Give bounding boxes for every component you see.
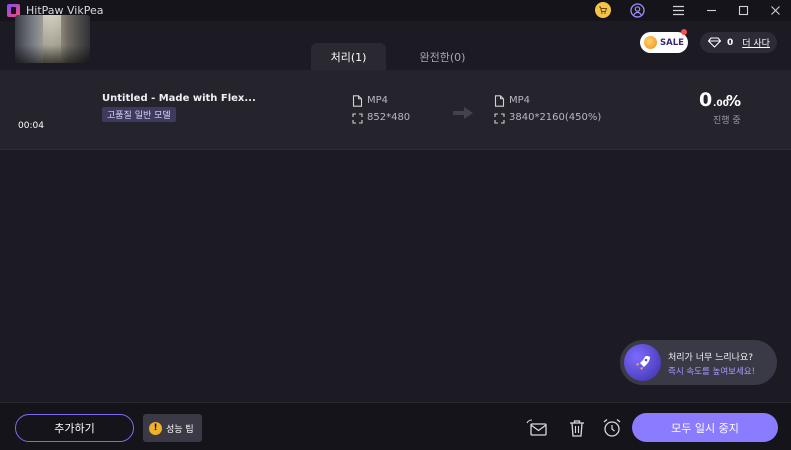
progress-integer: 0 bbox=[699, 89, 713, 111]
model-tag: 고품질 일반 모델 bbox=[102, 107, 176, 122]
diamond-icon bbox=[708, 37, 721, 48]
sale-button[interactable]: SALE bbox=[640, 29, 688, 53]
pause-all-button[interactable]: 모두 일시 중지 bbox=[632, 413, 778, 442]
mail-notify-icon[interactable] bbox=[526, 417, 548, 439]
resolution-frame-icon bbox=[352, 113, 363, 124]
output-format: MP4 bbox=[509, 95, 531, 106]
file-name: Untitled - Made with Flex... bbox=[102, 93, 256, 104]
maximize-icon[interactable] bbox=[735, 2, 751, 18]
output-resolution: 3840*2160(450%) bbox=[509, 112, 602, 123]
close-icon[interactable] bbox=[767, 2, 783, 18]
minimize-icon[interactable] bbox=[703, 2, 719, 18]
coin-icon bbox=[644, 36, 657, 49]
tab-processing[interactable]: 처리(1) bbox=[311, 43, 386, 70]
notification-dot bbox=[681, 29, 687, 35]
tab-completed[interactable]: 완전한(0) bbox=[405, 43, 480, 70]
add-button[interactable]: 추가하기 bbox=[15, 414, 134, 442]
title-bar: HitPaw VikPea bbox=[0, 0, 791, 21]
alarm-clock-icon[interactable] bbox=[601, 417, 623, 439]
performance-tip-button[interactable]: ! 성능 팁 bbox=[143, 414, 202, 442]
speed-tip-bubble[interactable]: 처리가 너무 느리나요? 즉시 속도를 높여보세요! bbox=[620, 340, 777, 385]
progress-percent-sign: % bbox=[726, 92, 742, 110]
speed-tip-title: 처리가 너무 느리나요? bbox=[668, 353, 754, 363]
file-icon bbox=[352, 95, 363, 107]
video-duration: 00:04 bbox=[18, 121, 44, 131]
video-thumbnail bbox=[15, 15, 90, 63]
sale-label: SALE bbox=[660, 37, 684, 48]
menu-icon[interactable] bbox=[670, 2, 686, 18]
task-status: 진행 중 bbox=[713, 116, 741, 126]
source-resolution: 852*480 bbox=[367, 112, 411, 123]
source-format: MP4 bbox=[367, 95, 389, 106]
user-account-icon[interactable] bbox=[629, 2, 645, 18]
speed-tip-link[interactable]: 즉시 속도를 높여보세요! bbox=[668, 365, 755, 377]
credits-badge[interactable]: 0 더 사다 bbox=[700, 32, 777, 53]
file-icon bbox=[494, 95, 505, 107]
performance-tip-label: 성능 팁 bbox=[166, 424, 194, 435]
cart-icon[interactable] bbox=[595, 2, 611, 18]
resolution-frame-icon bbox=[494, 113, 505, 124]
credits-count: 0 bbox=[727, 37, 734, 48]
arrow-right-icon bbox=[453, 107, 473, 119]
bottom-bar: 추가하기 ! 성능 팁 모두 일시 중지 bbox=[0, 402, 791, 450]
warning-icon: ! bbox=[149, 421, 162, 435]
trash-icon[interactable] bbox=[566, 417, 588, 439]
rocket-icon bbox=[624, 344, 661, 381]
buy-more-link[interactable]: 더 사다 bbox=[742, 36, 770, 49]
